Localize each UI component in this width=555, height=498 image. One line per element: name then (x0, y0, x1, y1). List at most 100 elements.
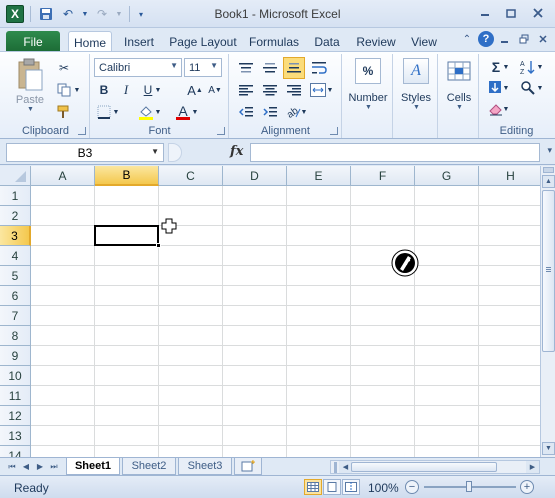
increase-indent-icon[interactable] (260, 102, 280, 122)
tab-data[interactable]: Data (308, 31, 346, 52)
borders-dropdown-icon[interactable]: ▼ (112, 102, 120, 122)
tab-review[interactable]: Review (352, 31, 400, 52)
font-launcher-icon[interactable] (217, 127, 225, 135)
page-layout-view-icon[interactable] (323, 479, 341, 495)
styles-button[interactable]: A Styles ▼ (396, 58, 436, 111)
fill-color-dropdown-icon[interactable]: ▼ (154, 102, 162, 122)
column-header-a[interactable]: A (31, 166, 95, 186)
bold-button[interactable]: B (94, 80, 114, 100)
row-header-8[interactable]: 8 (0, 326, 31, 346)
column-header-f[interactable]: F (351, 166, 415, 186)
font-color-button[interactable]: A (173, 102, 193, 122)
insert-sheet-icon[interactable] (234, 458, 262, 475)
italic-button[interactable]: I (116, 80, 136, 100)
borders-icon[interactable] (94, 102, 114, 122)
paste-button[interactable]: Paste ▼ (10, 58, 50, 113)
wrap-text-icon[interactable] (310, 58, 330, 78)
select-all-button[interactable] (0, 166, 31, 186)
merge-center-icon[interactable] (308, 80, 328, 100)
horizontal-scrollbar[interactable]: ◀ ▶ (330, 460, 540, 474)
scroll-down-icon[interactable]: ▼ (542, 442, 555, 455)
zoom-slider-thumb[interactable] (466, 481, 472, 492)
minimize-icon[interactable] (473, 4, 497, 22)
scroll-right-icon[interactable]: ▶ (526, 461, 539, 473)
close-icon[interactable] (525, 4, 551, 22)
row-header-14[interactable]: 14 (0, 446, 31, 457)
row-header-2[interactable]: 2 (0, 206, 31, 226)
fill-color-icon[interactable] (136, 102, 156, 122)
worksheet-grid[interactable]: A B C D E F G H 1 2 3 4 5 6 7 8 9 10 11 12 13 14 (0, 166, 540, 457)
clear-dropdown-icon[interactable]: ▼ (502, 99, 510, 119)
align-bottom-icon[interactable] (283, 57, 305, 79)
orientation-dropdown-icon[interactable]: ▼ (300, 102, 308, 122)
column-header-b[interactable]: B (95, 166, 159, 186)
next-sheet-icon[interactable]: ▶ (34, 460, 46, 473)
horizontal-split-handle[interactable] (334, 462, 337, 473)
normal-view-icon[interactable] (304, 479, 322, 495)
column-header-h[interactable]: H (479, 166, 540, 186)
workbook-restore-icon[interactable] (516, 31, 532, 47)
tab-home[interactable]: Home (68, 31, 112, 53)
row-header-7[interactable]: 7 (0, 306, 31, 326)
row-header-3[interactable]: 3 (0, 226, 31, 246)
tab-formulas[interactable]: Formulas (246, 31, 302, 52)
column-header-d[interactable]: D (223, 166, 287, 186)
row-header-11[interactable]: 11 (0, 386, 31, 406)
clipboard-launcher-icon[interactable] (78, 127, 86, 135)
align-middle-icon[interactable] (260, 58, 280, 78)
vertical-scrollbar[interactable]: ▲ ▼ (540, 166, 555, 457)
sheet-tab-sheet1[interactable]: Sheet1 (66, 458, 120, 475)
first-sheet-icon[interactable]: ⏮ (6, 460, 18, 473)
last-sheet-icon[interactable]: ⏭ (48, 460, 60, 473)
row-header-9[interactable]: 9 (0, 346, 31, 366)
formula-input[interactable] (250, 143, 540, 162)
row-header-5[interactable]: 5 (0, 266, 31, 286)
zoom-in-icon[interactable]: + (520, 480, 534, 494)
sheet-tab-sheet2[interactable]: Sheet2 (122, 458, 176, 475)
row-header-12[interactable]: 12 (0, 406, 31, 426)
align-right-icon[interactable] (284, 80, 304, 100)
sheet-tab-sheet3[interactable]: Sheet3 (178, 458, 232, 475)
vertical-scroll-thumb[interactable] (542, 190, 555, 352)
underline-dropdown-icon[interactable]: ▼ (154, 80, 162, 100)
align-top-icon[interactable] (236, 58, 256, 78)
workbook-close-icon[interactable] (535, 31, 551, 47)
fill-dropdown-icon[interactable]: ▼ (502, 78, 510, 98)
cut-icon[interactable]: ✂ (54, 58, 74, 78)
minimize-ribbon-icon[interactable]: ⌃ (459, 31, 475, 47)
sort-filter-icon[interactable]: AZ (518, 57, 538, 77)
row-header-4[interactable]: 4 (0, 246, 31, 266)
prev-sheet-icon[interactable]: ◀ (20, 460, 32, 473)
help-icon[interactable]: ? (478, 31, 494, 47)
align-left-icon[interactable] (236, 80, 256, 100)
tab-view[interactable]: View (406, 31, 442, 52)
font-size-combo[interactable]: 11 ▼ (184, 58, 222, 77)
alignment-launcher-icon[interactable] (330, 127, 338, 135)
format-painter-icon[interactable] (54, 102, 74, 122)
row-header-10[interactable]: 10 (0, 366, 31, 386)
name-box[interactable]: B3 ▼ (6, 143, 164, 162)
restore-icon[interactable] (499, 4, 523, 22)
fill-handle[interactable] (156, 243, 161, 248)
tab-file[interactable]: File (6, 31, 60, 52)
insert-function-button[interactable]: fx (230, 144, 243, 159)
font-color-dropdown-icon[interactable]: ▼ (191, 102, 199, 122)
find-select-icon[interactable] (518, 78, 538, 98)
zoom-level[interactable]: 100% (368, 481, 399, 495)
row-header-1[interactable]: 1 (0, 186, 31, 206)
merge-dropdown-icon[interactable]: ▼ (326, 80, 334, 100)
expand-formula-bar-icon[interactable]: ▾ (547, 145, 552, 156)
scroll-up-icon[interactable]: ▲ (542, 175, 555, 188)
grow-font-button[interactable]: A ▲ (185, 80, 205, 100)
align-center-icon[interactable] (260, 80, 280, 100)
font-name-combo[interactable]: Calibri ▼ (94, 58, 182, 77)
column-header-e[interactable]: E (287, 166, 351, 186)
find-select-dropdown-icon[interactable]: ▼ (536, 78, 544, 98)
shrink-font-button[interactable]: A ▼ (205, 80, 225, 100)
workbook-minimize-icon[interactable] (497, 31, 513, 47)
autosum-dropdown-icon[interactable]: ▼ (502, 57, 510, 77)
sort-filter-dropdown-icon[interactable]: ▼ (536, 57, 544, 77)
active-cell-selection[interactable] (94, 225, 159, 246)
cells-button[interactable]: Cells ▼ (440, 58, 478, 111)
row-header-6[interactable]: 6 (0, 286, 31, 306)
